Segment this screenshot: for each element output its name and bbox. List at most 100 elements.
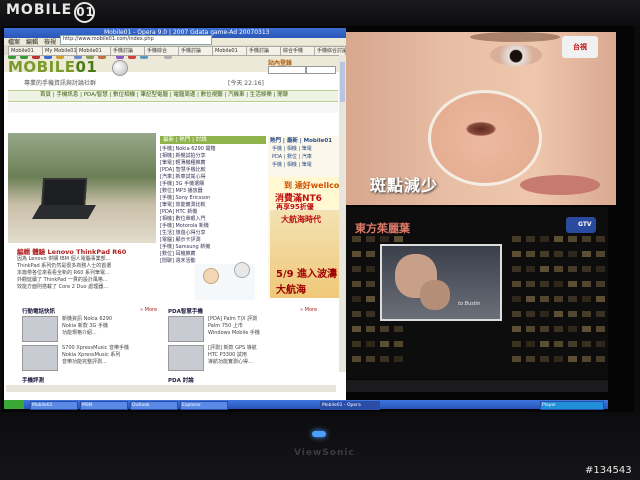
pda-news-3: Windows Mobile 手機 [208, 330, 260, 336]
news-list-item[interactable]: [數位] 耳機推薦 [160, 251, 196, 258]
tab-1[interactable]: Mobile01 [8, 46, 44, 56]
building-window [568, 251, 577, 257]
taskbar-item-active[interactable]: Mobile01 - Opera [320, 401, 380, 410]
feature-text-2: ThinkPad 系列仍然是很多商務人士的首選 [17, 263, 112, 269]
building-window [352, 281, 361, 287]
section-title-pda[interactable]: PDA智慧手機 [168, 307, 203, 315]
music-phone-thumbnail[interactable] [22, 345, 58, 371]
building-window [540, 281, 549, 287]
taskbar-item-1[interactable]: Mobile01 [30, 401, 78, 410]
poster-text: to Bustin [458, 301, 481, 307]
news-list-item[interactable]: [PDA] HTC 新機 [160, 209, 197, 216]
building-window [540, 236, 549, 242]
right-column-header[interactable]: 熱門 | 最新 | Mobile01 [270, 136, 332, 144]
tab-6[interactable]: 手機討論 [178, 46, 214, 56]
news-list-item[interactable]: [汽車] 新車試駕心得 [160, 174, 206, 181]
gps-thumbnail[interactable] [168, 345, 204, 371]
building-window [554, 266, 563, 272]
news-list-item[interactable]: [數位] MP3 播放器 [160, 188, 203, 195]
more-link-pda[interactable]: » More [300, 307, 317, 313]
news-list-item[interactable]: [手機] Nokia 6290 開箱 [160, 146, 216, 153]
scrollbar-thumb[interactable] [340, 62, 345, 102]
cartoon-face-icon [234, 262, 250, 278]
building-window [596, 341, 605, 347]
address-text: http://www.mobile01.com/index.php [63, 36, 154, 42]
tab-bar: Mobile01 My Mobile01 Mobile01 手機討論 手機綜合 … [4, 45, 346, 56]
taskbar-tray[interactable]: Player [540, 401, 604, 410]
section-title-review[interactable]: 手機評測 [22, 376, 44, 384]
vertical-scrollbar[interactable] [339, 55, 346, 372]
site-logo[interactable]: MOBILE01 [8, 58, 97, 76]
start-button[interactable] [4, 400, 24, 409]
music-news-2: Nokia XpressMusic 系列 [62, 352, 121, 358]
watermark-text: MOBILE [6, 2, 73, 18]
news-list-item[interactable]: [生活] 旅遊心得分享 [160, 230, 206, 237]
right-link-row-3[interactable]: 手機 | 相機 | 筆電 [272, 162, 312, 168]
news-list-item[interactable]: [相機] 新機試拍分享 [160, 153, 206, 160]
right-link-row-2[interactable]: PDA | 數位 | 汽車 [272, 154, 312, 160]
right-link-row-1[interactable]: 手機 | 相機 | 筆電 [272, 146, 312, 152]
news-list-item[interactable]: [筆電] 輕薄機種推薦 [160, 160, 206, 167]
section-title-pda-forum[interactable]: PDA 討論 [168, 376, 194, 384]
building-window [512, 311, 521, 317]
building-window [352, 311, 361, 317]
building-window [554, 311, 563, 317]
tab-7[interactable]: Mobile01 [212, 46, 248, 56]
building-window [352, 356, 361, 362]
section-title-phone[interactable]: 行動電話快訊 [22, 307, 55, 315]
tab-5[interactable]: 手機綜合 [144, 46, 180, 56]
taskbar-item-4[interactable]: Explorer [180, 401, 228, 410]
tab-2[interactable]: My Mobile01 [42, 46, 78, 56]
tab-4[interactable]: 手機討論 [110, 46, 146, 56]
news-list-item[interactable]: [手機] Samsung 新機 [160, 244, 210, 251]
site-nav-links[interactable]: 首頁 | 手機訊息 | PDA/智慧 | 數位相機 | 筆記型電腦 | 電腦周邊… [40, 90, 288, 100]
news-list-item[interactable]: [電腦] 顯示卡評測 [160, 237, 201, 244]
phone-news-1[interactable]: 新機資訊 Nokia 6290 [62, 316, 112, 322]
building-window [596, 311, 605, 317]
news-list-item[interactable]: [閒聊] 週末活動 [160, 258, 196, 265]
taskbar-item-3[interactable]: Outlook [130, 401, 178, 410]
channel-badge-text: GTV [578, 221, 592, 228]
monitor-brand: ViewSonic [294, 448, 355, 458]
building-window [366, 281, 375, 287]
building-window [540, 251, 549, 257]
building-window [352, 296, 361, 302]
building-window [568, 281, 577, 287]
tab-3[interactable]: Mobile01 [76, 46, 112, 56]
news-list-item[interactable]: [手機] Sony Ericsson [160, 195, 210, 202]
gps-news-1[interactable]: [評測] 新款 GPS 導航 [208, 345, 257, 351]
building-window [512, 341, 521, 347]
cartoon-face-icon [203, 268, 219, 284]
feature-headline[interactable]: 編輯 體驗 Lenovo ThinkPad R60 [17, 246, 126, 256]
news-list-item[interactable]: [相機] 數位單眼入門 [160, 216, 206, 223]
tab-9[interactable]: 綜合手機 [280, 46, 316, 56]
pda-thumbnail[interactable] [168, 316, 204, 342]
tab-8[interactable]: 手機討論 [246, 46, 282, 56]
building-window [526, 266, 535, 272]
phone-news-3: 功能規格介紹... [62, 330, 97, 336]
building-window [540, 341, 549, 347]
building-window [526, 251, 535, 257]
power-led-icon [312, 431, 326, 437]
more-link-phone[interactable]: » More [140, 307, 157, 313]
phone-thumbnail[interactable] [22, 316, 58, 342]
news-list-item[interactable]: [筆電] 效能實測比較 [160, 202, 206, 209]
gps-news-3: 導航功能實測心得... [208, 359, 253, 365]
news-list-item[interactable]: [手機] Motorola 新機 [160, 223, 209, 230]
show-title: 東方茱麗葉 [355, 222, 410, 235]
news-list-item[interactable]: [手機] 3G 手機選購 [160, 181, 204, 188]
password-input[interactable] [306, 66, 336, 74]
site-subbar [8, 103, 338, 113]
building-window [380, 341, 389, 347]
music-news-1[interactable]: S700 XpressMusic 音樂手機 [62, 345, 129, 351]
horizontal-scrollbar[interactable] [6, 385, 336, 392]
pda-news-1[interactable]: [PDA] Palm T|X 評測 [208, 316, 257, 322]
username-input[interactable] [268, 66, 306, 74]
building-window [568, 266, 577, 272]
building-window [366, 326, 375, 332]
building-window [512, 251, 521, 257]
news-list-item[interactable]: [PDA] 智慧手機比較 [160, 167, 206, 174]
news-list-tabs[interactable]: 最新 | 熱門 | 討論 [163, 136, 207, 144]
taskbar-item-2[interactable]: MSN [80, 401, 128, 410]
building-window [582, 341, 591, 347]
